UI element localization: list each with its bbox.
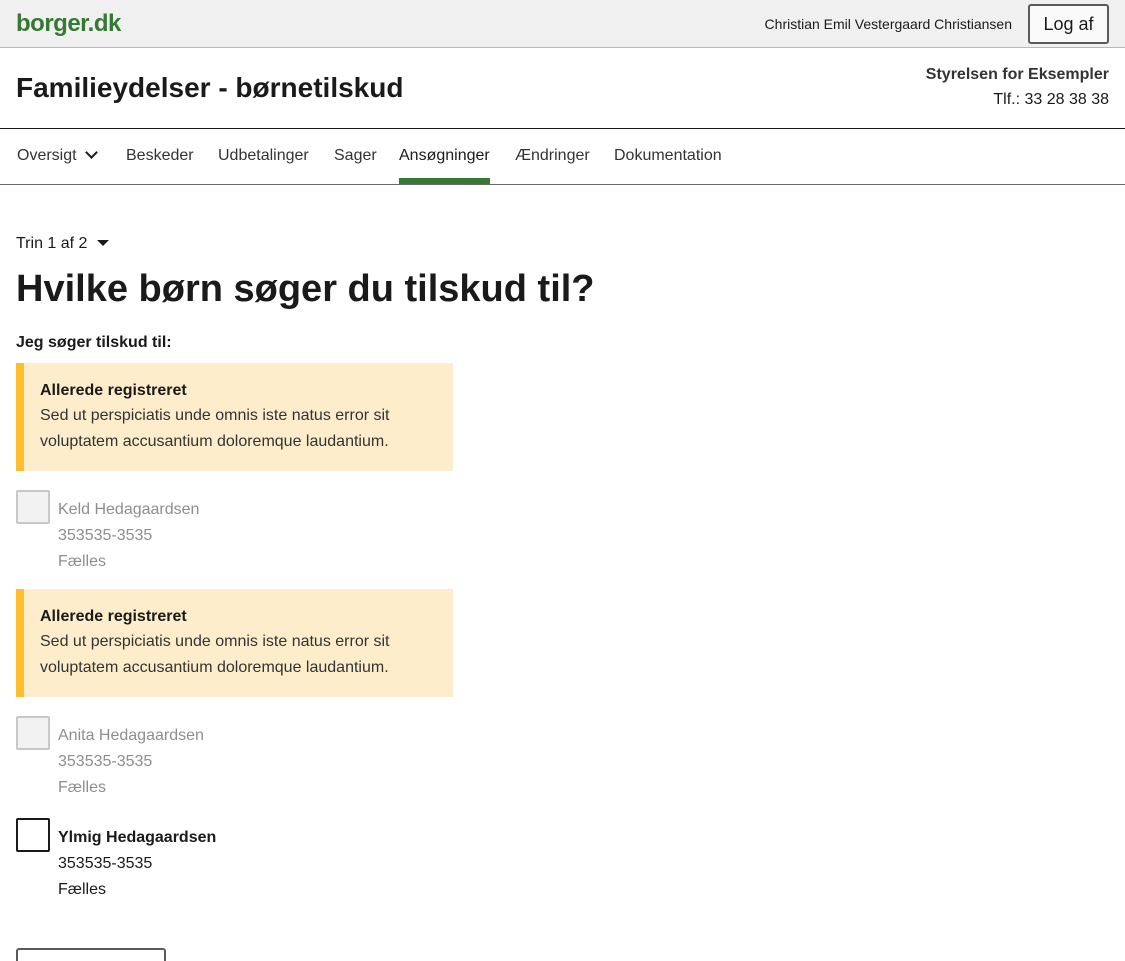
alert-text-line: voluptatem accusantium doloremque laudan… bbox=[40, 433, 389, 450]
user-name: Christian Emil Vestergaard Christiansen bbox=[764, 16, 1012, 32]
child-details: Ylmig Hedagaardsen 353535-3535 Fælles bbox=[58, 825, 216, 903]
child-details: Anita Hedagaardsen 353535-3535 Fælles bbox=[58, 723, 204, 801]
child-custody: Fælles bbox=[58, 779, 107, 796]
nav-item-label: Oversigt bbox=[17, 147, 77, 164]
nav-item-aendringer[interactable]: Ændringer bbox=[515, 129, 590, 184]
page-title: Familieydelser - børnetilskud bbox=[16, 72, 404, 103]
nav-item-sager[interactable]: Sager bbox=[334, 129, 377, 184]
form-legend: Jeg søger tilskud til: bbox=[16, 334, 172, 351]
chevron-down-icon bbox=[84, 146, 98, 159]
step-indicator[interactable]: Trin 1 af 2 bbox=[16, 235, 110, 253]
child-custody: Fælles bbox=[58, 881, 107, 898]
step-label: Trin 1 af 2 bbox=[16, 235, 88, 252]
caret-down-icon bbox=[97, 240, 110, 246]
nav-item-dokumentation[interactable]: Dokumentation bbox=[614, 129, 722, 184]
warning-alert: Allerede registreret Sed ut perspiciatis… bbox=[16, 363, 453, 471]
nav-item-ansoegninger[interactable]: Ansøgninger bbox=[399, 129, 490, 184]
nav-item-udbetalinger[interactable]: Udbetalinger bbox=[218, 129, 309, 184]
agency-phone: Tlf.: 33 28 38 38 bbox=[993, 91, 1109, 108]
child-checkbox[interactable] bbox=[16, 818, 50, 852]
alert-text-line: voluptatem accusantium doloremque laudan… bbox=[40, 659, 389, 676]
child-checkbox[interactable] bbox=[16, 716, 50, 750]
next-button[interactable] bbox=[16, 948, 166, 961]
alert-text-line: Sed ut perspiciatis unde omnis iste natu… bbox=[40, 407, 390, 424]
child-option: Anita Hedagaardsen 353535-3535 Fælles bbox=[16, 716, 456, 802]
main-nav: Oversigt Beskeder Udbetalinger Sager Ans… bbox=[0, 129, 1125, 185]
child-cpr: 353535-3535 bbox=[58, 855, 153, 872]
child-cpr: 353535-3535 bbox=[58, 527, 153, 544]
child-custody: Fælles bbox=[58, 553, 107, 570]
alert-text-line: Sed ut perspiciatis unde omnis iste natu… bbox=[40, 633, 390, 650]
child-option: Ylmig Hedagaardsen 353535-3535 Fælles bbox=[16, 818, 456, 904]
site-logo[interactable]: borger.dk bbox=[16, 10, 121, 38]
agency-name: Styrelsen for Eksempler bbox=[925, 66, 1109, 83]
alert-title: Allerede registreret bbox=[40, 608, 187, 625]
logout-button[interactable]: Log af bbox=[1028, 4, 1109, 44]
child-name: Keld Hedagaardsen bbox=[58, 501, 200, 518]
top-bar: borger.dk Christian Emil Vestergaard Chr… bbox=[0, 0, 1125, 48]
form-question: Hvilke børn søger du tilskud til? bbox=[16, 268, 595, 310]
child-cpr: 353535-3535 bbox=[58, 753, 153, 770]
alert-title: Allerede registreret bbox=[40, 382, 187, 399]
nav-item-beskeder[interactable]: Beskeder bbox=[126, 129, 194, 184]
page-header: Familieydelser - børnetilskud Styrelsen … bbox=[0, 48, 1125, 129]
child-name: Anita Hedagaardsen bbox=[58, 727, 204, 744]
warning-alert: Allerede registreret Sed ut perspiciatis… bbox=[16, 589, 453, 697]
nav-item-oversigt[interactable]: Oversigt bbox=[17, 129, 98, 184]
child-checkbox[interactable] bbox=[16, 490, 50, 524]
child-details: Keld Hedagaardsen 353535-3535 Fælles bbox=[58, 497, 199, 575]
child-name: Ylmig Hedagaardsen bbox=[58, 829, 217, 846]
child-option: Keld Hedagaardsen 353535-3535 Fælles bbox=[16, 490, 456, 576]
